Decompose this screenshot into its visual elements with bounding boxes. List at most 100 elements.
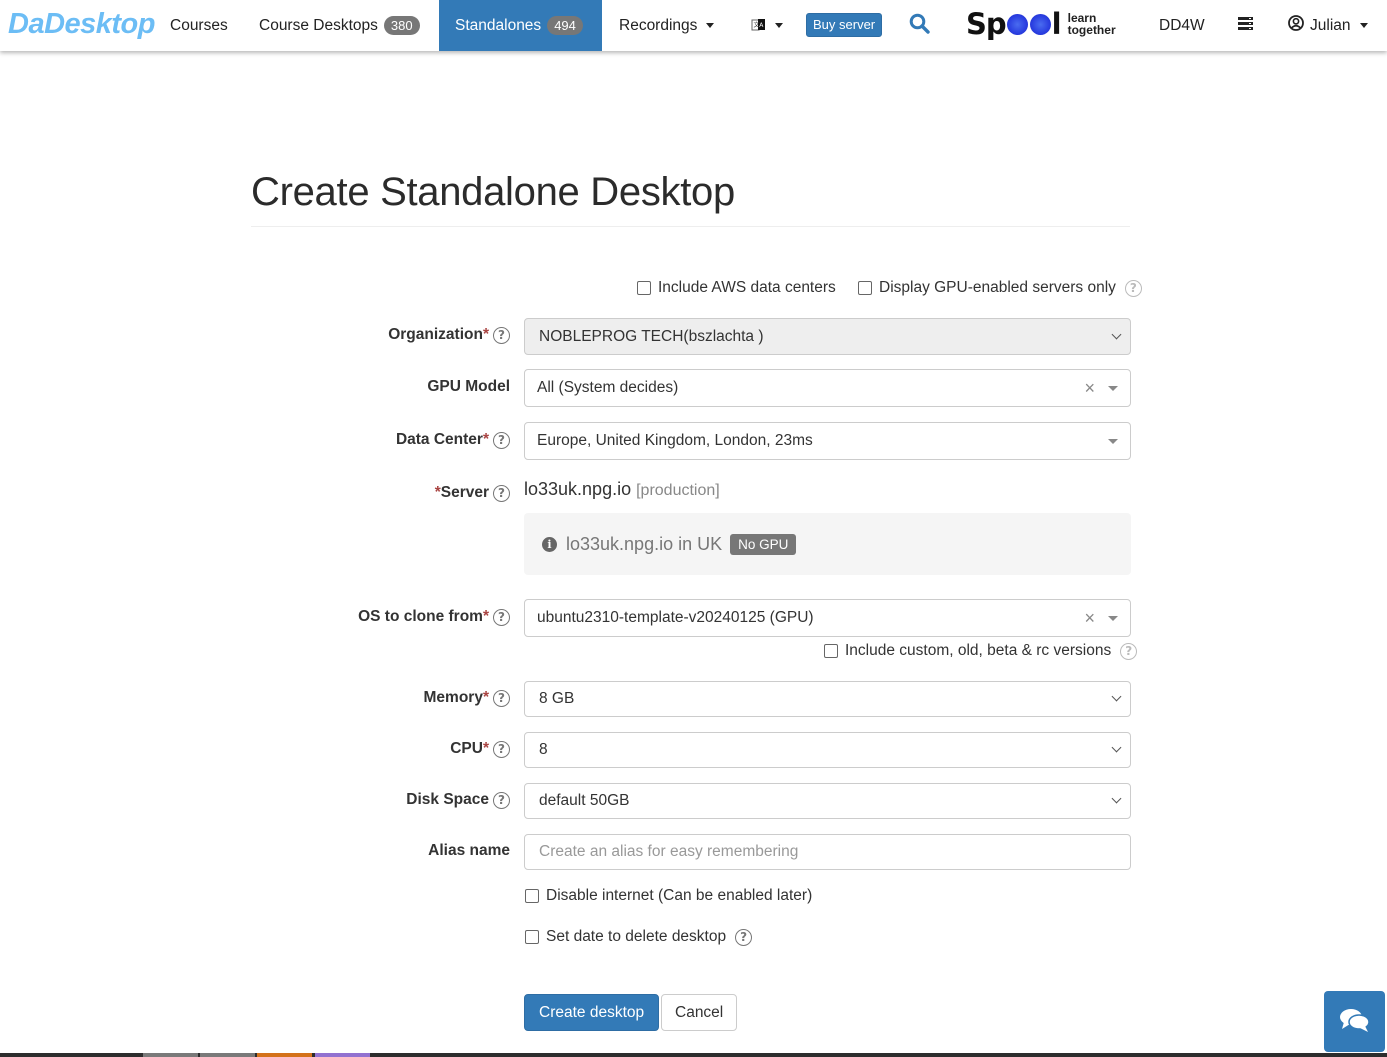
disable-internet-checkbox[interactable] [525, 889, 539, 903]
nav-course-desktops-label: Course Desktops [259, 16, 378, 34]
top-navbar: DaDesktop Courses Course Desktops 380 St… [0, 0, 1387, 51]
include-aws-checkbox-row[interactable]: Include AWS data centers [637, 279, 836, 297]
memory-label: Memory *? [424, 689, 510, 707]
chat-button[interactable] [1324, 991, 1385, 1052]
memory-value: 8 GB [539, 690, 575, 707]
translate-icon: 文A [751, 18, 766, 33]
cpu-value: 8 [539, 741, 548, 758]
gpu-model-value: All (System decides) [537, 379, 679, 396]
caret-down-icon[interactable] [1108, 439, 1118, 444]
bottom-taskbar [0, 1053, 1387, 1057]
language-dropdown[interactable]: 文A [751, 0, 783, 51]
search-button[interactable] [909, 0, 930, 51]
brand-logo[interactable]: DaDesktop [8, 8, 156, 41]
os-value: ubuntu2310-template-v20240125 (GPU) [537, 609, 814, 626]
nav-standalones-label: Standalones [455, 16, 542, 34]
nav-courses-label: Courses [170, 16, 228, 34]
disk-space-select[interactable]: default 50GB [524, 783, 1131, 819]
delete-date-checkbox[interactable] [525, 930, 539, 944]
spool-dot-icon [1029, 13, 1051, 35]
spool-dot-icon [1006, 13, 1028, 35]
data-center-value: Europe, United Kingdom, London, 23ms [537, 432, 813, 449]
taskbar-item[interactable] [257, 1053, 312, 1057]
disable-internet-checkbox-row[interactable]: Disable internet (Can be enabled later) [525, 887, 812, 905]
gpu-model-label-text: GPU Model [427, 378, 510, 395]
page-title: Create Standalone Desktop [251, 170, 735, 214]
organization-select[interactable]: NOBLEPROG TECH(bszlachta ) [524, 318, 1131, 355]
caret-down-icon [1359, 23, 1368, 28]
disk-space-label: Disk Space? [406, 791, 510, 809]
os-select[interactable]: ubuntu2310-template-v20240125 (GPU) × [524, 599, 1131, 637]
taskbar-item[interactable] [200, 1053, 255, 1057]
cpu-label-text: CPU [450, 740, 483, 757]
nav-standalones[interactable]: Standalones 494 [439, 0, 602, 51]
help-icon[interactable]: ? [1120, 642, 1138, 660]
required-mark: * [482, 740, 489, 757]
help-icon[interactable]: ? [493, 740, 510, 758]
alias-input[interactable]: Create an alias for easy remembering [524, 834, 1131, 870]
help-icon[interactable]: ? [1124, 279, 1142, 297]
caret-down-icon[interactable] [1108, 616, 1118, 621]
chevron-down-icon [1111, 329, 1122, 339]
caret-down-icon [706, 23, 715, 28]
delete-date-checkbox-row[interactable]: Set date to delete desktop ? [525, 928, 753, 946]
user-menu-dropdown[interactable]: Julian [1288, 0, 1368, 51]
nav-dd4w[interactable]: DD4W [1159, 0, 1205, 51]
gpu-status-badge: No GPU [730, 533, 797, 555]
required-mark: * [482, 326, 489, 343]
cpu-select[interactable]: 8 [524, 732, 1131, 768]
alias-label-text: Alias name [428, 842, 510, 859]
include-versions-checkbox-row[interactable]: Include custom, old, beta & rc versions … [824, 642, 1138, 660]
include-versions-checkbox[interactable] [824, 644, 838, 658]
help-icon[interactable]: ? [493, 791, 510, 809]
gpu-only-checkbox-row[interactable]: Display GPU-enabled servers only ? [858, 279, 1142, 297]
nav-dd4w-label: DD4W [1159, 16, 1205, 34]
info-icon: i [542, 536, 557, 552]
nav-recordings-dropdown[interactable]: Recordings [619, 0, 715, 51]
help-icon[interactable]: ? [493, 326, 510, 344]
title-divider [251, 226, 1130, 227]
chevron-down-icon [1111, 793, 1122, 804]
gpu-only-label: Display GPU-enabled servers only [879, 279, 1116, 296]
help-icon[interactable]: ? [493, 689, 510, 707]
help-icon[interactable]: ? [493, 484, 510, 502]
caret-down-icon[interactable] [1108, 386, 1118, 391]
server-label-text: Server [440, 484, 489, 501]
help-icon[interactable]: ? [493, 431, 510, 449]
alias-label: Alias name [428, 842, 510, 860]
help-icon[interactable]: ? [493, 608, 510, 626]
clear-icon[interactable]: × [1084, 378, 1095, 399]
caret-down-icon [775, 23, 783, 28]
include-aws-label: Include AWS data centers [658, 279, 836, 296]
taskbar-item[interactable] [315, 1053, 370, 1057]
buy-server-button[interactable]: Buy server [806, 13, 883, 37]
chevron-down-icon [1111, 691, 1122, 702]
required-mark: * [482, 431, 489, 448]
user-circle-icon [1288, 15, 1304, 36]
spool-logo[interactable]: Sp l learn together [966, 4, 1116, 44]
clear-icon[interactable]: × [1084, 608, 1095, 629]
count-badge: 494 [547, 16, 583, 35]
server-hostname: lo33uk.npg.io [524, 479, 632, 499]
gpu-model-select[interactable]: All (System decides) × [524, 369, 1131, 407]
include-aws-checkbox[interactable] [637, 281, 651, 295]
gpu-only-checkbox[interactable] [858, 281, 872, 295]
memory-select[interactable]: 8 GB [524, 681, 1131, 717]
taskbar-item[interactable] [143, 1053, 198, 1057]
help-icon[interactable]: ? [735, 928, 753, 946]
organization-value: NOBLEPROG TECH(bszlachta ) [539, 327, 764, 345]
delete-date-label: Set date to delete desktop [546, 928, 727, 945]
alias-placeholder: Create an alias for easy remembering [539, 843, 799, 860]
os-label-text: OS to clone from [358, 608, 483, 625]
server-list-button[interactable] [1238, 0, 1253, 51]
nav-courses[interactable]: Courses [170, 0, 228, 51]
spool-word-end: l [1051, 7, 1062, 41]
data-center-select[interactable]: Europe, United Kingdom, London, 23ms [524, 422, 1131, 460]
disable-internet-label: Disable internet (Can be enabled later) [546, 887, 813, 904]
os-label: OS to clone from *? [358, 608, 510, 626]
nav-course-desktops[interactable]: Course Desktops 380 [259, 0, 420, 51]
create-desktop-button[interactable]: Create desktop [524, 994, 660, 1031]
cancel-button[interactable]: Cancel [661, 994, 738, 1031]
server-environment: [production] [636, 482, 720, 499]
cpu-label: CPU *? [450, 740, 510, 758]
